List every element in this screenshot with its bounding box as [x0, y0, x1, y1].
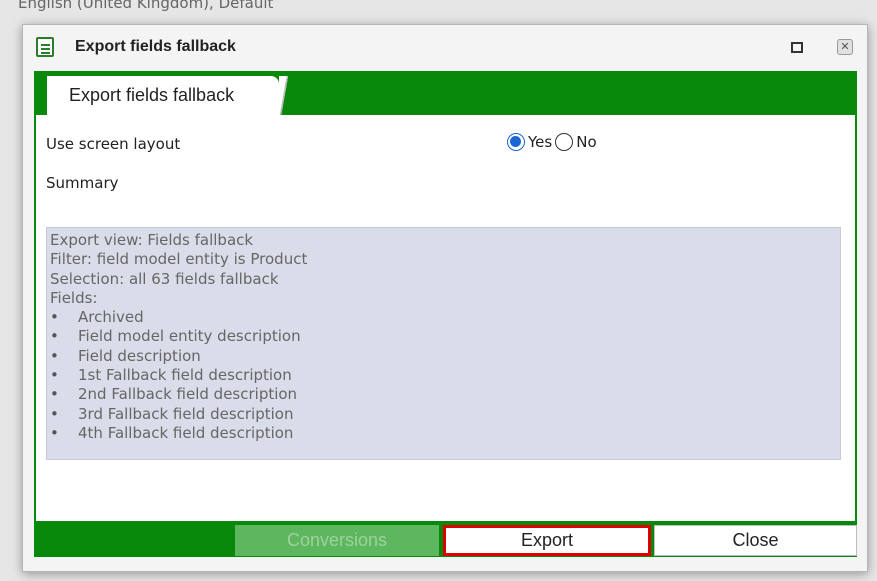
close-button[interactable]: Close — [654, 525, 857, 556]
radio-no[interactable] — [555, 133, 574, 151]
use-screen-layout-label: Use screen layout — [46, 135, 181, 153]
summary-line: Fields: — [50, 288, 98, 307]
summary-textarea[interactable]: Export view: Fields fallback Filter: fie… — [46, 227, 841, 460]
close-icon[interactable]: ✕ — [837, 39, 853, 55]
button-bar: Conversions Export Close — [34, 521, 857, 557]
maximize-icon[interactable] — [791, 42, 803, 53]
summary-field-item: 1st Fallback field description — [50, 366, 837, 386]
summary-field-item: 4th Fallback field description — [50, 424, 837, 444]
summary-field-item: 3rd Fallback field description — [50, 405, 837, 425]
screen-layout-radio-group: Yes No — [507, 133, 600, 151]
dialog-titlebar[interactable]: Export fields fallback ✕ — [23, 25, 867, 71]
summary-field-item: 2nd Fallback field description — [50, 385, 837, 405]
summary-line: Filter: field model entity is Product — [50, 250, 308, 269]
dialog-title: Export fields fallback — [75, 38, 236, 55]
background-locale-text: English (United Kingdom), Default — [18, 0, 274, 12]
form-icon — [36, 37, 54, 57]
tab-bar: Export fields fallback — [34, 71, 857, 115]
radio-yes[interactable] — [507, 133, 525, 151]
radio-no-label[interactable]: No — [576, 133, 596, 151]
summary-field-item: Field description — [50, 347, 837, 367]
summary-label: Summary — [46, 174, 119, 192]
conversions-button[interactable]: Conversions — [235, 525, 439, 556]
tab-corner — [279, 76, 289, 115]
export-button[interactable]: Export — [443, 525, 651, 556]
radio-yes-label[interactable]: Yes — [528, 133, 552, 151]
summary-line: Selection: all 63 fields fallback — [50, 269, 279, 288]
summary-field-list: Archived Field model entity description … — [50, 308, 837, 443]
summary-field-item: Archived — [50, 308, 837, 328]
export-dialog: Export fields fallback ✕ Export fields f… — [22, 24, 868, 572]
summary-field-item: Field model entity description — [50, 327, 837, 347]
summary-line: Export view: Fields fallback — [50, 231, 254, 249]
tab-export-fields-fallback[interactable]: Export fields fallback — [47, 76, 279, 115]
content-panel: Use screen layout Yes No Summary Export … — [34, 115, 857, 521]
